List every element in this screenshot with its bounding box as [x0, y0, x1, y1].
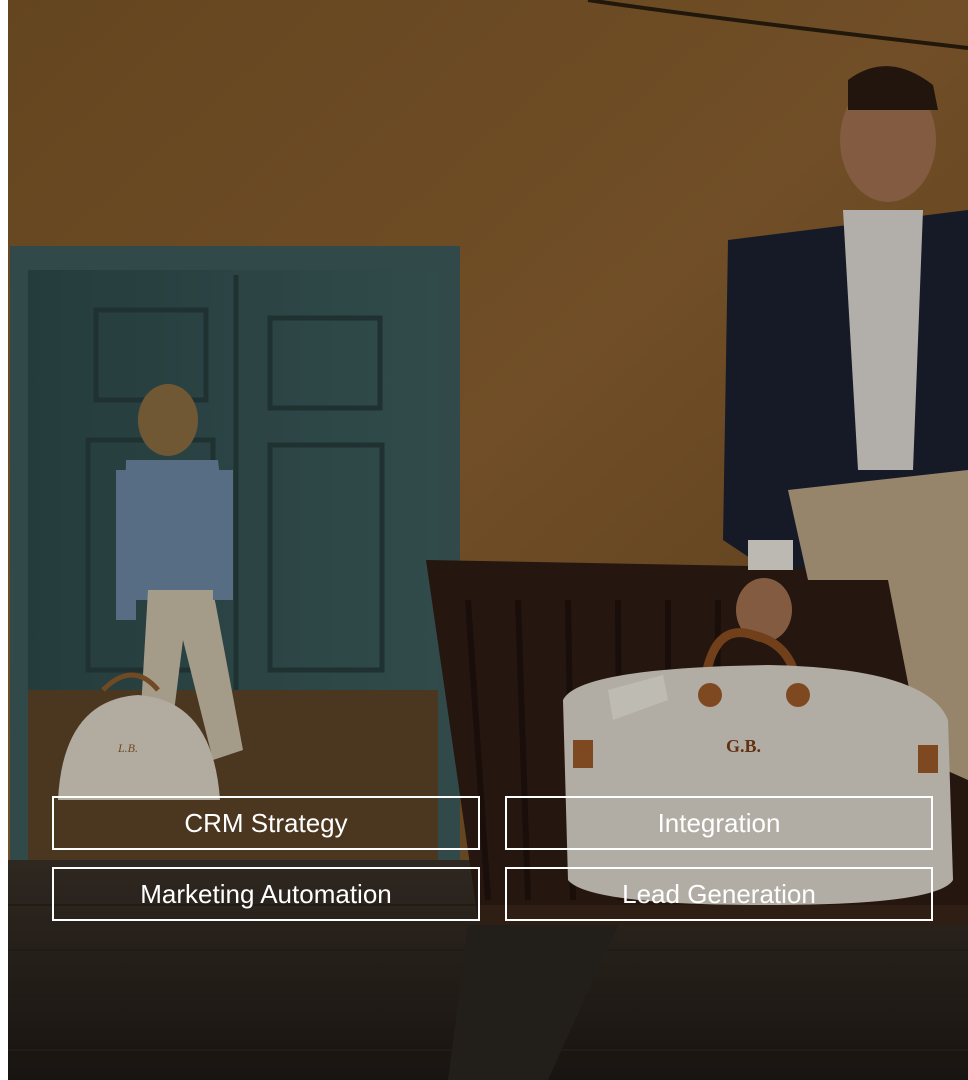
page: L.B. G.B. CRM Strategy Integration Marke… [0, 0, 968, 1080]
tag-marketing-automation[interactable]: Marketing Automation [52, 867, 480, 921]
tag-lead-generation[interactable]: Lead Generation [505, 867, 933, 921]
tag-integration[interactable]: Integration [505, 796, 933, 850]
tag-crm-strategy[interactable]: CRM Strategy [52, 796, 480, 850]
